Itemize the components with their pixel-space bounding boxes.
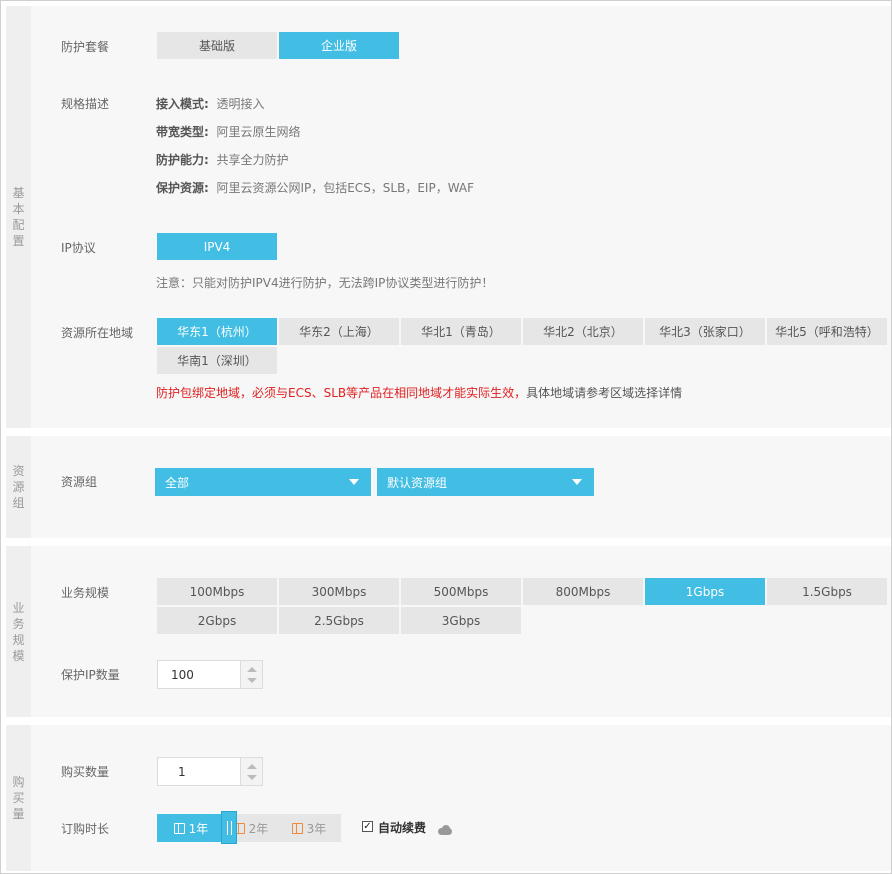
resource-group-label: 资源组 <box>61 475 98 489</box>
scale-option-500mbps[interactable]: 500Mbps <box>401 578 522 606</box>
ip-protocol-label: IP协议 <box>61 241 96 255</box>
gift-icon <box>291 822 303 834</box>
chevron-down-icon <box>349 479 359 485</box>
decrement-arrow-icon[interactable] <box>247 678 257 683</box>
spec-protection: 防护能力: 共享全力防护 <box>156 153 289 167</box>
spec-resources: 保护资源: 阿里云资源公网IP，包括ECS，SLB，EIP，WAF <box>156 181 475 195</box>
scale-label: 业务规模 <box>61 586 110 600</box>
section-purchase-label: 购买量 <box>6 725 31 871</box>
section-resource-group: 资源组 资源组 全部 默认资源组 <box>6 436 891 538</box>
region-option-qingdao[interactable]: 华北1（青岛） <box>401 318 522 346</box>
package-option-basic[interactable]: 基础版 <box>157 32 278 60</box>
quantity-label: 购买数量 <box>61 765 110 779</box>
spec-access-mode: 接入模式: 透明接入 <box>156 97 265 111</box>
region-warning: 防护包绑定地域，必须与ECS、SLB等产品在相同地域才能实际生效，具体地域请参考… <box>156 386 683 400</box>
scale-option-800mbps[interactable]: 800Mbps <box>523 578 644 606</box>
scale-option-3gbps[interactable]: 3Gbps <box>401 607 522 635</box>
purchase-form: 基本配置 防护套餐 基础版 企业版 规格描述 接入模式: 透明接入 带宽类型: … <box>0 0 892 874</box>
scale-option-100mbps[interactable]: 100Mbps <box>157 578 278 606</box>
scale-option-2gbps[interactable]: 2Gbps <box>157 607 278 635</box>
quantity-stepper[interactable]: 1 <box>157 757 263 786</box>
section-basic-label: 基本配置 <box>6 6 31 428</box>
region-option-shanghai[interactable]: 华东2（上海） <box>279 318 400 346</box>
region-option-huhehaote[interactable]: 华北5（呼和浩特） <box>767 318 888 346</box>
region-option-hangzhou[interactable]: 华东1（杭州） <box>157 318 278 346</box>
ip-protocol-note: 注意：只能对防护IPV4进行防护，无法跨IP协议类型进行防护！ <box>156 276 494 290</box>
section-purchase: 购买量 购买数量 1 订购时长 1年 2年 3年 ✓ 自动续费 <box>6 725 891 871</box>
quantity-stepper-buttons[interactable] <box>241 757 263 786</box>
section-business: 业务规模 业务规模 100Mbps 300Mbps 500Mbps 800Mbp… <box>6 546 891 717</box>
resource-group-select-dropdown[interactable]: 默认资源组 <box>377 468 594 496</box>
scale-option-1gbps[interactable]: 1Gbps <box>645 578 766 606</box>
region-detail-link[interactable]: 具体地域请参考区域选择详情 <box>526 386 682 400</box>
ip-count-label: 保护IP数量 <box>61 668 120 682</box>
duration-option-1-year[interactable]: 1年 <box>157 814 225 842</box>
resource-group-filter-value: 全部 <box>165 475 190 490</box>
gift-icon <box>173 822 185 834</box>
region-option-shenzhen[interactable]: 华南1（深圳） <box>157 347 278 375</box>
ip-count-input[interactable]: 100 <box>157 660 241 689</box>
region-option-beijing[interactable]: 华北2（北京） <box>523 318 644 346</box>
ip-count-stepper-buttons[interactable] <box>241 660 263 689</box>
resource-group-select-value: 默认资源组 <box>387 475 448 490</box>
duration-label: 订购时长 <box>61 822 110 836</box>
decrement-arrow-icon[interactable] <box>247 775 257 780</box>
spec-label: 规格描述 <box>61 97 110 111</box>
quantity-input[interactable]: 1 <box>157 757 241 786</box>
ip-option-ipv4[interactable]: IPV4 <box>157 233 278 261</box>
region-label: 资源所在地域 <box>61 326 134 340</box>
spec-bandwidth-type: 带宽类型: 阿里云原生网络 <box>156 125 301 139</box>
auto-renew-checkbox[interactable]: ✓ <box>362 821 373 832</box>
auto-renew-label[interactable]: 自动续费 <box>378 821 426 835</box>
scale-option-1-5gbps[interactable]: 1.5Gbps <box>767 578 888 606</box>
package-label: 防护套餐 <box>61 40 110 54</box>
duration-slider-handle[interactable] <box>221 811 237 844</box>
ip-count-stepper[interactable]: 100 <box>157 660 263 689</box>
cloud-icon <box>438 825 454 835</box>
increment-arrow-icon[interactable] <box>247 667 257 672</box>
resource-group-filter-dropdown[interactable]: 全部 <box>155 468 371 496</box>
section-business-label: 业务规模 <box>6 546 31 717</box>
section-resource-group-label: 资源组 <box>6 436 31 538</box>
duration-option-3-years[interactable]: 3年 <box>277 814 341 842</box>
package-option-enterprise[interactable]: 企业版 <box>279 32 400 60</box>
section-basic: 基本配置 防护套餐 基础版 企业版 规格描述 接入模式: 透明接入 带宽类型: … <box>6 6 891 428</box>
scale-option-300mbps[interactable]: 300Mbps <box>279 578 400 606</box>
scale-option-2-5gbps[interactable]: 2.5Gbps <box>279 607 400 635</box>
chevron-down-icon <box>572 479 582 485</box>
increment-arrow-icon[interactable] <box>247 764 257 769</box>
region-option-zhangjiakou[interactable]: 华北3（张家口） <box>645 318 766 346</box>
